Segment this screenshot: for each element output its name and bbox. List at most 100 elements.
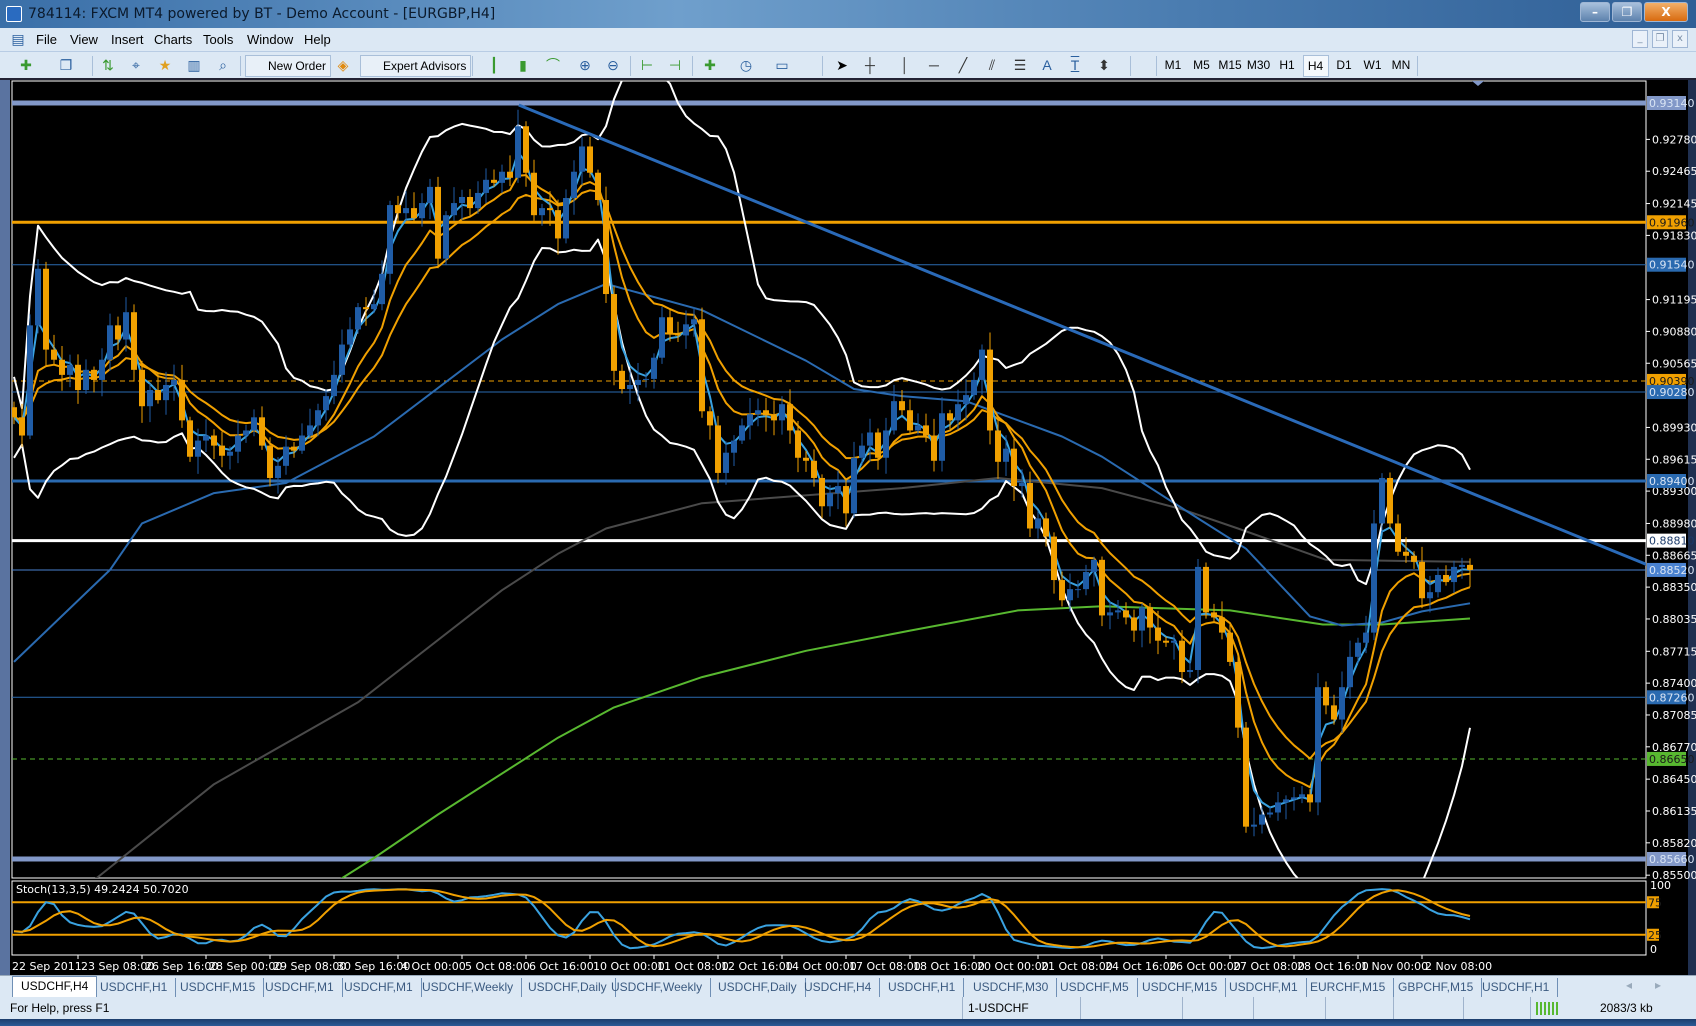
tab-scroll-right[interactable]: ▸ <box>1655 978 1661 992</box>
time-tick-label: 22 Sep 2011 <box>12 960 82 973</box>
bear-candle <box>259 417 265 446</box>
price-tick-label: 0.92145 <box>1652 198 1696 211</box>
bull-candle <box>1187 670 1193 673</box>
chart-tab[interactable]: GBPCHF,M15 <box>1390 978 1483 997</box>
bear-candle <box>491 179 497 183</box>
chart-tab[interactable]: EURCHF,M15 <box>1302 978 1395 997</box>
tab-scroll-left[interactable]: ◂ <box>1626 978 1632 992</box>
bull-candle <box>1091 559 1097 572</box>
bull-candle <box>955 404 961 421</box>
bull-candle <box>331 374 337 397</box>
chart-tab[interactable]: USDCHF,M15 <box>1134 978 1227 997</box>
bull-candle <box>123 312 129 340</box>
bear-candle <box>187 420 193 457</box>
bull-candle <box>459 196 465 204</box>
bull-candle <box>731 440 737 453</box>
bull-candle <box>867 432 873 446</box>
chart-tab[interactable]: USDCHF,Daily <box>520 978 616 997</box>
bull-candle <box>1427 592 1433 599</box>
bear-candle <box>1219 617 1225 633</box>
bull-candle <box>723 452 729 473</box>
bull-candle <box>147 390 153 407</box>
bear-candle <box>603 200 609 295</box>
bull-candle <box>1315 687 1321 803</box>
bear-candle <box>1051 536 1057 581</box>
bear-candle <box>1011 448 1017 487</box>
stoch-level-label: 25 <box>1648 929 1662 942</box>
bull-candle <box>1107 612 1113 616</box>
bear-candle <box>763 410 769 416</box>
chart-tab[interactable]: USDCHF,M30 <box>965 978 1058 997</box>
time-tick-label: 2 Nov 08:00 <box>1425 960 1492 973</box>
bear-candle <box>395 205 401 214</box>
bull-candle <box>1371 523 1377 633</box>
bear-candle <box>819 477 825 507</box>
bear-candle <box>1411 555 1417 562</box>
bull-candle <box>1347 656 1353 688</box>
bear-candle <box>523 126 529 173</box>
bear-candle <box>1387 477 1393 524</box>
bull-candle <box>323 396 329 411</box>
bull-candle <box>163 384 169 401</box>
status-bar: For Help, press F1 1-USDCHF 2083/3 kb <box>0 997 1696 1019</box>
price-tick-label: 0.89930 <box>1652 421 1696 434</box>
bull-candle <box>1355 642 1361 657</box>
bear-candle <box>435 186 441 259</box>
bull-candle <box>443 215 449 259</box>
price-level-label: 0.86650 <box>1649 753 1695 766</box>
chart-tab[interactable]: USDCHF,M15 <box>172 978 265 997</box>
bull-candle <box>851 457 857 514</box>
bull-candle <box>379 273 385 305</box>
bull-candle <box>827 493 833 507</box>
bull-candle <box>387 205 393 274</box>
chart-tab[interactable]: USDCHF,H1 <box>880 978 965 997</box>
bear-candle <box>931 435 937 461</box>
bull-candle <box>1083 571 1089 590</box>
bear-candle <box>179 379 185 421</box>
time-tick-label: 28 Sep 00:00 <box>209 960 282 973</box>
bull-candle <box>859 445 865 458</box>
bull-candle <box>1171 640 1177 643</box>
chart-tab[interactable]: USDCHF,M1 <box>336 978 422 997</box>
bear-candle <box>291 446 297 451</box>
price-chart[interactable]: 0.92780 0.92465 0.92145 0.91830 0.91195 0.908… <box>0 0 1696 975</box>
chart-tab[interactable]: USDCHF,H1 <box>1474 978 1559 997</box>
bear-candle <box>75 364 81 391</box>
bear-candle <box>1123 610 1129 618</box>
chart-tabs: USDCHF,H4 USDCHF,H1 USDCHF,M15 USDCHF,M1 USD… <box>0 975 1696 997</box>
chart-tab[interactable]: USDCHF,Daily <box>710 978 806 997</box>
bull-candle <box>1283 799 1289 803</box>
chart-tab[interactable]: USDCHF,H4 <box>12 976 98 997</box>
price-level-label: 0.89400 <box>1649 475 1695 488</box>
time-tick-label: 6 Oct 16:00 <box>529 960 594 973</box>
time-tick-label: 21 Oct 08:00 <box>1041 960 1113 973</box>
bear-candle <box>155 390 161 401</box>
bull-candle <box>579 146 585 172</box>
taskbar <box>0 1019 1696 1026</box>
bear-candle <box>1179 640 1185 673</box>
bull-candle <box>475 192 481 209</box>
bull-candle <box>251 417 257 431</box>
chart-tab[interactable]: USDCHF,M5 <box>1052 978 1138 997</box>
bear-candle <box>1403 551 1409 556</box>
time-tick-label: 20 Oct 00:00 <box>977 960 1049 973</box>
chart-tab[interactable]: USDCHF,Weekly <box>414 978 523 997</box>
bull-candle <box>171 379 177 385</box>
bull-candle <box>483 179 489 193</box>
chart-tab[interactable]: USDCHF,Weekly <box>603 978 712 997</box>
bull-candle <box>651 357 657 379</box>
bear-candle <box>811 460 817 478</box>
bull-candle <box>643 378 649 380</box>
bull-candle <box>67 364 73 375</box>
chart-tab[interactable]: USDCHF,M1 <box>1221 978 1307 997</box>
chart-tab[interactable]: USDCHF,M1 <box>257 978 343 997</box>
bear-candle <box>699 319 705 412</box>
bear-candle <box>923 425 929 436</box>
chart-tab[interactable]: USDCHF,H1 <box>92 978 177 997</box>
bear-candle <box>803 457 809 461</box>
bull-candle <box>1139 607 1145 631</box>
stoch-label: Stoch(13,3,5) 49.2424 50.7020 <box>16 883 189 896</box>
bull-candle <box>1275 802 1281 813</box>
time-tick-label: 24 Oct 16:00 <box>1105 960 1177 973</box>
chart-tab[interactable]: USDCHF,H4 <box>796 978 881 997</box>
